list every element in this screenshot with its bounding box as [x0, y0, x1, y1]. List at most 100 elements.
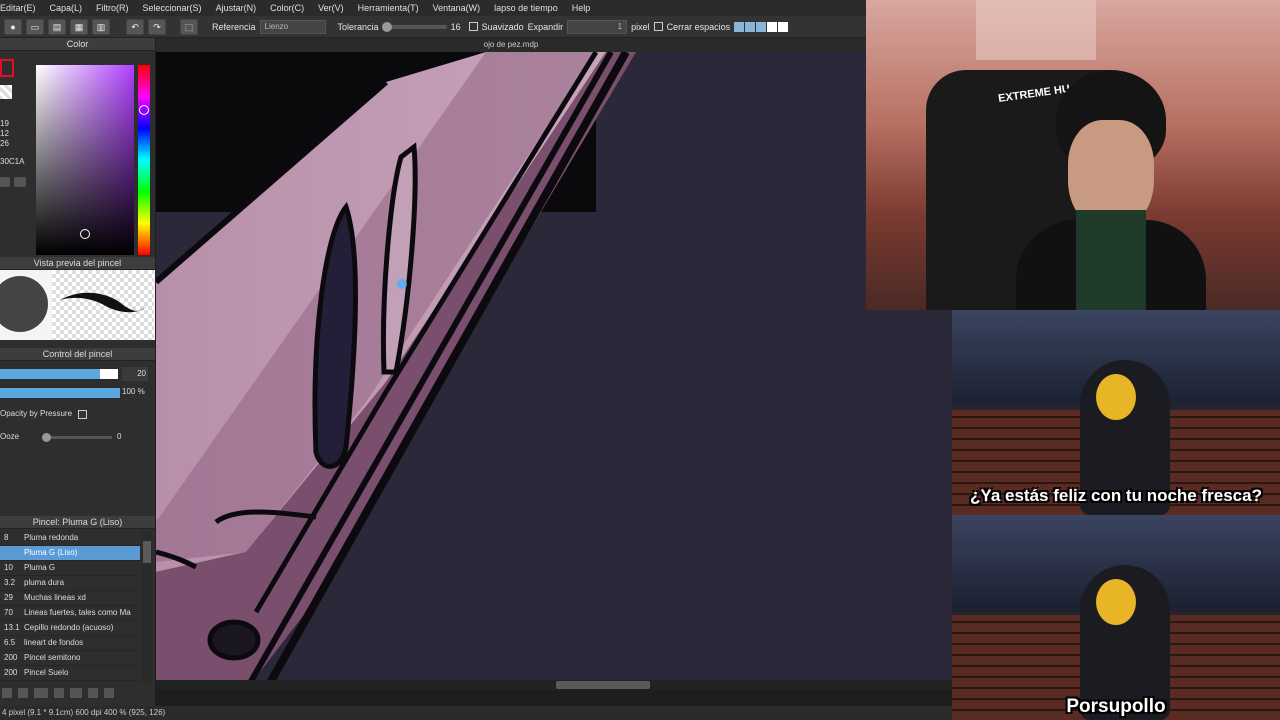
color-panel-title: Color	[0, 38, 155, 51]
menu-editar[interactable]: Editar(E)	[0, 3, 36, 13]
speech-icon[interactable]: ▭	[26, 18, 44, 35]
undo-icon[interactable]: ↶	[126, 18, 144, 35]
brush-list-item[interactable]: 200 Pincel semitono	[0, 651, 140, 666]
brush-list-item[interactable]: 13.1 Cepillo redondo (acuoso)	[0, 621, 140, 636]
brush-name: Cepillo redondo (acuoso)	[24, 623, 114, 632]
webcam-feed: EXTREME HU	[866, 0, 1280, 310]
eyedropper-icon[interactable]	[0, 177, 10, 187]
menu-seleccionar[interactable]: Seleccionar(S)	[143, 3, 202, 13]
redo-icon[interactable]: ↷	[148, 18, 166, 35]
brush-list-item[interactable]: 3.2 pluma dura	[0, 576, 140, 591]
brush-size: 70	[4, 608, 13, 617]
new-brush-icon[interactable]	[2, 688, 12, 698]
brush-size	[0, 546, 24, 560]
meme-image: ¿Ya estás feliz con tu noche fresca? Por…	[952, 310, 1280, 720]
brush-list-item[interactable]: 10 Pluma G	[0, 561, 140, 576]
color-g-value: 12	[0, 129, 9, 138]
brush-list-scrollbar[interactable]	[142, 531, 152, 683]
hue-slider-cursor[interactable]	[139, 105, 149, 115]
grid-icon[interactable]: ▦	[70, 18, 88, 35]
brush-list-item[interactable]: 200 Pincel Suelo	[0, 666, 140, 681]
tolerancia-slider[interactable]	[381, 21, 447, 32]
meme-panel-top	[952, 310, 1280, 515]
brush-name: Pincel semitono	[24, 653, 81, 662]
meme-panel-bottom	[952, 515, 1280, 720]
menu-help[interactable]: Help	[572, 3, 591, 13]
brush-size-preview	[0, 276, 48, 332]
brush-list-item[interactable]: 29 Muchas lineas xd	[0, 591, 140, 606]
canvas-scroll-thumb[interactable]	[556, 681, 650, 689]
folder-icon[interactable]	[70, 688, 82, 698]
menu-color[interactable]: Color(C)	[270, 3, 304, 13]
select-tool-icon[interactable]: ⬚	[180, 18, 198, 35]
brush-size: 13.1	[4, 623, 20, 632]
drawing-canvas[interactable]	[156, 52, 952, 690]
layout-icon[interactable]: ▥	[92, 18, 110, 35]
chat-icon[interactable]: ●	[4, 18, 22, 35]
menu-ventana[interactable]: Ventana(W)	[433, 3, 481, 13]
primary-color-swatch[interactable]	[0, 59, 14, 77]
color-picker-cursor[interactable]	[80, 229, 90, 239]
cerrar-espacios-checkbox[interactable]	[653, 22, 663, 31]
brush-list-item[interactable]: 231Nube	[0, 681, 140, 683]
menu-herramienta[interactable]: Herramienta(T)	[358, 3, 419, 13]
copy-brush-icon[interactable]	[54, 688, 64, 698]
opacity-pressure-label: Opacity by Pressure	[0, 409, 73, 418]
color-hex-value: 30C1A	[0, 157, 25, 166]
secondary-color-swatch[interactable]	[0, 85, 12, 99]
brush-opacity-value: 100 %	[122, 387, 145, 396]
meme-caption-top: ¿Ya estás feliz con tu noche fresca?	[970, 486, 1262, 505]
brush-size-value[interactable]: 20	[122, 367, 148, 381]
brush-list-item[interactable]: 6.5 lineart de fondos	[0, 636, 140, 651]
ooze-slider-knob[interactable]	[42, 433, 51, 442]
opacity-pressure-checkbox[interactable]	[78, 410, 87, 419]
referencia-select[interactable]: Lienzo	[259, 19, 326, 34]
brush-name: lineart de fondos	[24, 638, 84, 647]
brush-size-bar[interactable]	[0, 369, 118, 379]
brush-opacity-bar[interactable]	[0, 388, 120, 398]
saturation-value-picker[interactable]	[36, 65, 134, 255]
streamer-person	[1016, 60, 1206, 310]
tolerancia-slider-knob[interactable]	[381, 21, 392, 32]
brush-stroke-icon	[60, 292, 148, 313]
menu-filtro[interactable]: Filtro(R)	[96, 3, 129, 13]
brush-list-item[interactable]: 8 Pluma redonda	[0, 531, 140, 546]
canvas-horizontal-scrollbar[interactable]	[156, 680, 952, 690]
palette-icon[interactable]	[14, 177, 26, 187]
brush-name: Nube	[24, 681, 43, 683]
status-bar: 4 pixel (9.1 * 9.1cm) 600 dpi 400 % (925…	[0, 706, 954, 720]
suavizado-checkbox[interactable]	[468, 22, 478, 31]
duplicate-icon[interactable]	[88, 688, 98, 698]
expandir-input[interactable]: 1	[567, 19, 628, 34]
canvas-artwork[interactable]	[156, 52, 952, 690]
menu-ver[interactable]: Ver(V)	[318, 3, 344, 13]
brush-size: 200	[4, 668, 18, 677]
referencia-label: Referencia	[212, 21, 256, 32]
menu-bar: Editar(E) Capa(L) Filtro(R) Seleccionar(…	[0, 0, 866, 16]
gap-size-selector[interactable]	[734, 21, 789, 32]
delete-brush-icon[interactable]	[104, 688, 114, 698]
brush-name: Pincel Suelo	[24, 668, 69, 677]
menu-lapso[interactable]: lapso de tiempo	[494, 3, 558, 13]
cerrar-espacios-label: Cerrar espacios	[666, 21, 731, 32]
menu-capa[interactable]: Capa(L)	[50, 3, 83, 13]
brush-size: 200	[4, 653, 18, 662]
brush-stroke-preview	[52, 270, 154, 340]
brush-control-title: Control del pincel	[0, 348, 155, 361]
hue-slider[interactable]	[138, 65, 150, 255]
brush-size: 29	[4, 593, 13, 602]
brush-preview-title: Vista previa del pincel	[0, 257, 155, 270]
tolerancia-value: 16	[450, 21, 461, 32]
ooze-value: 0	[117, 432, 122, 441]
brush-list-item[interactable]: Pluma G (Liso)	[0, 546, 140, 561]
brush-group-icon[interactable]	[34, 688, 48, 698]
ooze-slider[interactable]	[42, 433, 112, 442]
color-b-value: 26	[0, 139, 9, 148]
page-icon[interactable]: ▤	[48, 18, 66, 35]
brush-list-item[interactable]: 70 Lineas fuertes, tales como Ma	[0, 606, 140, 621]
ooze-label: Ooze	[0, 432, 20, 441]
brush-preview	[0, 270, 155, 340]
toolbar: ● ▭ ▤ ▦ ▥ ↶ ↷ ⬚ Referencia Lienzo Tolera…	[0, 16, 866, 38]
menu-ajustar[interactable]: Ajustar(N)	[216, 3, 257, 13]
new-page-icon[interactable]	[18, 688, 28, 698]
